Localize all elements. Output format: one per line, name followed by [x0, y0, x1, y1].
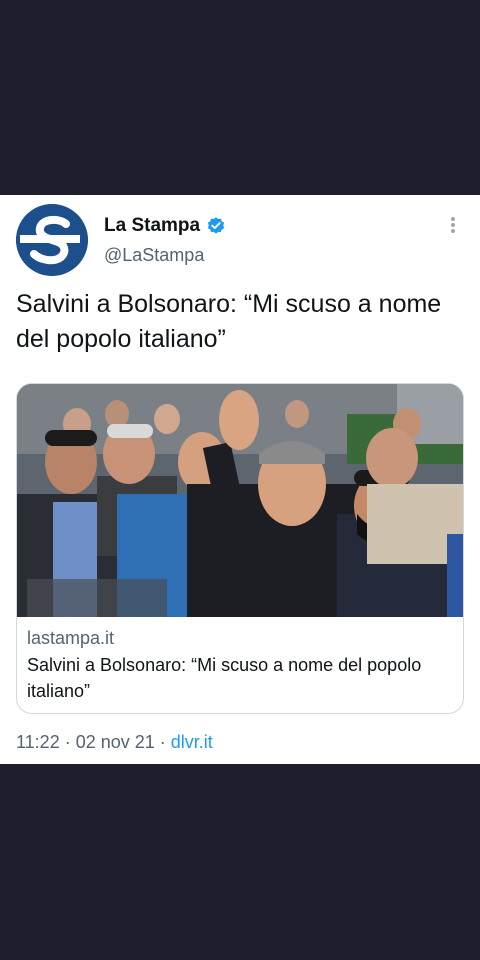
more-options-icon[interactable] — [444, 213, 462, 237]
handle[interactable]: @LaStampa — [104, 245, 204, 266]
author-name-row: La Stampa — [104, 215, 226, 237]
card-title[interactable]: Salvini a Bolsonaro: “Mi scuso a nome de… — [27, 652, 457, 704]
display-name[interactable]: La Stampa — [104, 215, 200, 237]
avatar[interactable] — [16, 204, 88, 276]
timestamp[interactable]: 11:22 · 02 nov 21 · — [16, 732, 171, 752]
tweet-text: Salvini a Bolsonaro: “Mi scuso a nome de… — [16, 290, 442, 353]
tweet-card[interactable]: La Stampa @LaStampa Salvini a Bolsonaro:… — [0, 195, 480, 764]
verified-badge-icon — [206, 216, 226, 236]
news-photo[interactable] — [17, 384, 463, 617]
la-stampa-logo-icon — [16, 204, 88, 276]
card-domain: lastampa.it — [27, 628, 115, 648]
news-photo-illustration — [17, 384, 463, 617]
link-preview-card[interactable]: lastampa.it Salvini a Bolsonaro: “Mi scu… — [16, 383, 464, 714]
source-link[interactable]: dlvr.it — [171, 732, 213, 752]
tweet-meta: 11:22 · 02 nov 21 · dlvr.it — [16, 732, 213, 753]
